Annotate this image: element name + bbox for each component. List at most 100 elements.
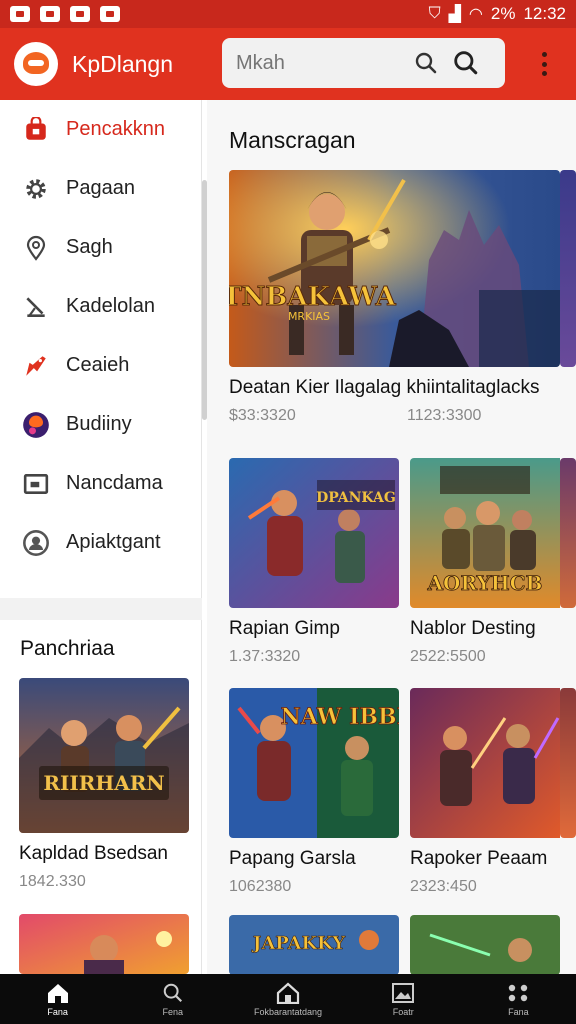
notification-mail-icon xyxy=(10,6,30,22)
sidebar-item-label: Kadelolan xyxy=(66,295,155,317)
main-content: Manscragan TNBAKAWA MRKIAS Deatan Kier I… xyxy=(207,100,576,974)
search-box[interactable] xyxy=(222,38,505,88)
game-card[interactable]: Rapoker Peaam 2323:450 xyxy=(410,688,576,896)
sidebar-item-sagh[interactable]: Sagh xyxy=(0,218,201,277)
sidebar-item-label: Ceaieh xyxy=(66,354,130,376)
bottom-nav-home[interactable]: Fana xyxy=(0,974,115,1024)
sidebar-nav: Pencakknn Pagaan Sagh Kadelolan Ceaieh B… xyxy=(0,100,201,572)
bottom-nav-search[interactable]: Fena xyxy=(115,974,230,1024)
game-card[interactable]: NAW IBBNB Papang Garsla 1062380 xyxy=(229,688,399,896)
sidebar-item-label: Nancdama xyxy=(66,472,163,494)
bottom-nav-label: Fena xyxy=(162,1007,184,1017)
overflow-menu-icon[interactable] xyxy=(542,52,548,76)
image-icon xyxy=(391,981,415,1005)
app-bar: KpDlangn xyxy=(0,28,576,100)
game-art-title: NAW IBBNB xyxy=(281,704,399,730)
sidebar-item-budiiny[interactable]: Budiiny xyxy=(0,395,201,454)
wifi-icon: ◠ xyxy=(468,6,483,23)
sidebar-item-ceaieh[interactable]: Ceaieh xyxy=(0,336,201,395)
game-title: Nablor Desting xyxy=(410,618,536,639)
game-card[interactable]: DPANKAG Rapian Gimp 1.37:3320 xyxy=(229,458,399,666)
game-thumbnail: RIIRHARN xyxy=(19,678,189,833)
shield-icon: ⛉ xyxy=(428,5,441,22)
bottom-nav-store[interactable]: Fokbarantatdang xyxy=(230,974,345,1024)
game-title: Rapian Gimp xyxy=(229,618,340,639)
sidebar-section-title: Panchriaa xyxy=(20,637,115,660)
section-divider xyxy=(0,598,202,620)
game-card[interactable]: JAPAKKY xyxy=(229,915,399,974)
sidebar-item-label: Sagh xyxy=(66,236,113,258)
tag-icon xyxy=(22,352,50,380)
bottom-nav-label: Fokbarantatdang xyxy=(253,1007,323,1017)
signal-icon: ▟ xyxy=(448,6,461,23)
sidebar-item-kadelolan[interactable]: Kadelolan xyxy=(0,277,201,336)
sidebar-item-label: Budiiny xyxy=(66,413,132,435)
game-price: 2522:5500 xyxy=(410,648,486,665)
game-art-title: AORYHCB xyxy=(427,571,543,595)
featured-art-subtitle: MRKIAS xyxy=(288,310,330,323)
featured-price-right: 1123:3300 xyxy=(407,407,482,424)
store-icon xyxy=(276,981,300,1005)
svg-text:RIIRHARN: RIIRHARN xyxy=(43,771,164,795)
sidebar-item-label: Pagaan xyxy=(66,177,135,199)
notification-app-icon xyxy=(70,6,90,22)
carousel-peek-card[interactable] xyxy=(560,170,576,367)
notification-icons xyxy=(10,6,120,22)
game-price: 1842.330 xyxy=(19,873,86,890)
game-title: Rapoker Peaam xyxy=(410,848,548,869)
featured-price-left: $33:3320 xyxy=(229,407,296,424)
search-icon[interactable] xyxy=(406,43,446,83)
app-logo-icon[interactable] xyxy=(14,42,58,86)
featured-game-card[interactable]: TNBAKAWA MRKIAS Deatan Kier Ilagalag khi… xyxy=(229,170,560,425)
game-card[interactable]: AORYHCB Nablor Desting 2522:5500 xyxy=(410,458,576,666)
sidebar-game-card[interactable]: RIIRHARN Kapldad Bsedsan 1842.330 xyxy=(19,678,189,891)
game-price: 1.37:3320 xyxy=(229,648,301,665)
notification-message-icon xyxy=(100,6,120,22)
game-thumbnail: NAW IBBNB xyxy=(229,688,399,838)
search-icon xyxy=(162,981,184,1005)
sidebar: Pencakknn Pagaan Sagh Kadelolan Ceaieh B… xyxy=(0,100,202,974)
carousel-peek-card[interactable] xyxy=(560,688,576,838)
game-price: 2323:450 xyxy=(410,878,477,895)
game-title: Papang Garsla xyxy=(229,848,356,869)
game-art-title: DPANKAG xyxy=(316,490,396,506)
sidebar-item-label: Apiaktgant xyxy=(66,531,161,553)
featured-game-title: Deatan Kier Ilagalag khiintalitaglacks xyxy=(229,377,540,398)
game-thumbnail: DPANKAG xyxy=(229,458,399,608)
more-apps-icon xyxy=(506,981,530,1005)
carousel-peek-card[interactable] xyxy=(560,458,576,608)
game-price: 1062380 xyxy=(229,878,292,895)
game-thumbnail: AORYHCB xyxy=(410,458,576,608)
bottom-nav-gallery[interactable]: Foatr xyxy=(346,974,461,1024)
bottom-nav-more[interactable]: Fana xyxy=(461,974,576,1024)
bottom-nav-label: Fana xyxy=(47,1007,68,1017)
sidebar-item-pagaan[interactable]: Pagaan xyxy=(0,159,201,218)
status-bar: ⛉ ▟ ◠ 2% 12:32 xyxy=(0,0,576,28)
game-card[interactable] xyxy=(410,915,576,974)
game-art-title: JAPAKKY xyxy=(251,933,346,954)
location-pin-icon xyxy=(22,234,50,262)
sidebar-item-pencakknn[interactable]: Pencakknn xyxy=(0,100,201,159)
gear-icon xyxy=(22,175,50,203)
game-thumbnail xyxy=(410,688,576,838)
featured-art-title: TNBAKAWA xyxy=(229,282,397,312)
bag-icon xyxy=(22,116,50,144)
search-submit-icon[interactable] xyxy=(446,43,486,83)
section-title: Manscragan xyxy=(229,127,356,153)
game-thumbnail: JAPAKKY xyxy=(229,915,399,974)
notification-chat-icon xyxy=(40,6,60,22)
game-thumbnail xyxy=(410,915,560,974)
game-title: Kapldad Bsedsan xyxy=(19,843,168,864)
status-indicators: ⛉ ▟ ◠ 2% 12:32 xyxy=(429,4,566,24)
sidebar-item-apiaktgant[interactable]: Apiaktgant xyxy=(0,513,201,572)
app-title: KpDlangn xyxy=(72,50,174,77)
sidebar-item-label: Pencakknn xyxy=(66,118,165,140)
home-icon xyxy=(46,981,70,1005)
antenna-icon xyxy=(22,293,50,321)
featured-game-banner: TNBAKAWA MRKIAS xyxy=(229,170,560,367)
sidebar-item-nancdama[interactable]: Nancdama xyxy=(0,454,201,513)
search-input[interactable] xyxy=(236,51,406,75)
sidebar-game-card[interactable] xyxy=(19,914,189,974)
bottom-nav-label: Foatr xyxy=(392,1007,414,1017)
clock: 12:32 xyxy=(523,4,566,23)
